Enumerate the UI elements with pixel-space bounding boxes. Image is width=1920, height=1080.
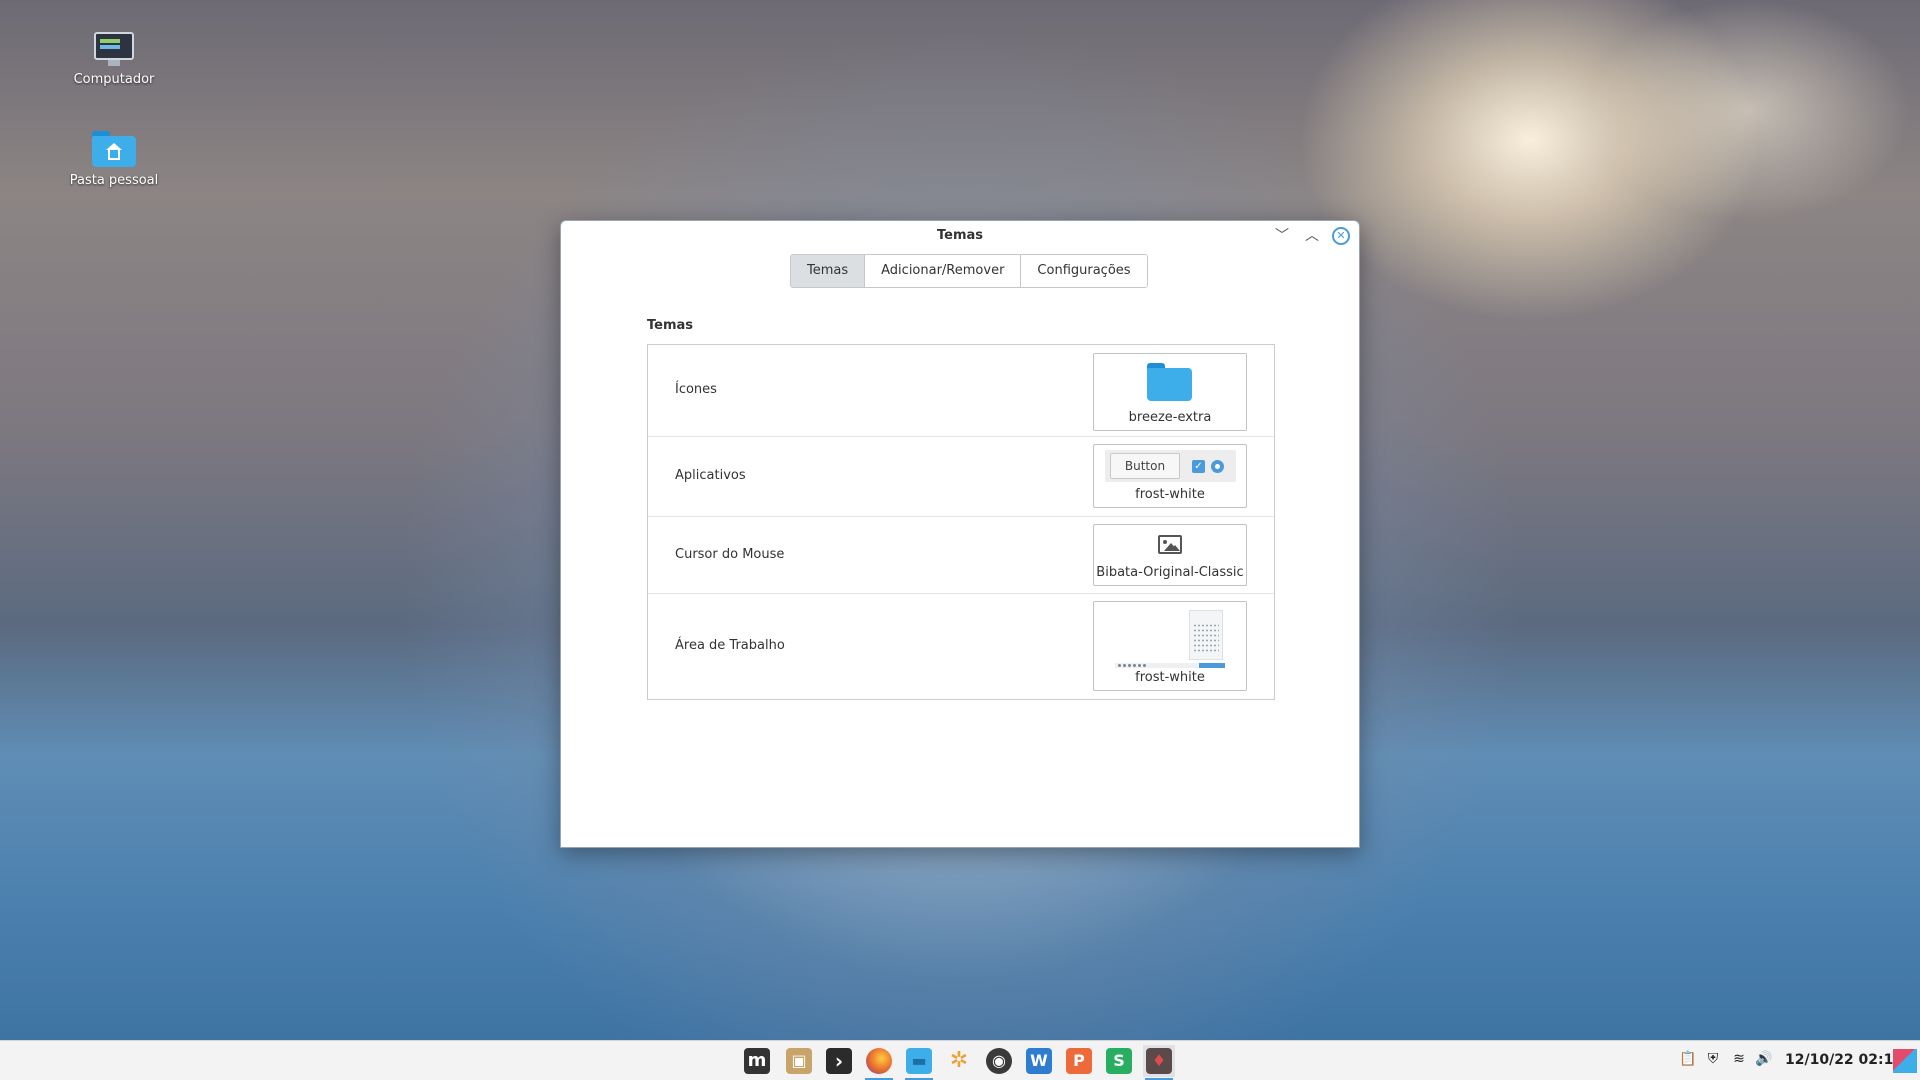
show-desktop-button[interactable] [1893,1049,1917,1073]
cursor-theme-button[interactable]: Bibata-Original-Classic [1093,524,1247,586]
themes-launcher[interactable]: ♦ [1143,1045,1175,1080]
section-title: Temas [647,318,694,333]
widget-preview: Button ✓ [1105,450,1236,482]
wifi-icon[interactable]: ≋ [1729,1051,1749,1071]
files-launcher[interactable]: ▬ [903,1045,935,1080]
writer-launcher[interactable]: W [1023,1045,1055,1077]
computer-icon [94,32,134,66]
theme-name: frost-white [1135,487,1205,502]
window-titlebar[interactable]: Temas ﹀ ︿ ✕ [561,221,1359,251]
software-manager-launcher[interactable]: ▣ [783,1045,815,1077]
desktop-icon-computer[interactable]: Computador [54,32,174,87]
window-title: Temas [936,228,983,243]
desktop-preview [1115,610,1225,668]
image-placeholder-icon [1158,535,1182,554]
shield-icon[interactable]: ⛨ [1703,1051,1723,1071]
folder-icon [1147,363,1192,401]
clipboard-icon[interactable]: 📋 [1678,1051,1698,1071]
spreadsheet-icon: S [1106,1048,1132,1074]
presentation-icon: P [1066,1048,1092,1074]
theme-list: Ícones breeze-extra Aplicativos Button ✓… [647,344,1275,700]
terminal-icon: › [826,1048,852,1074]
volume-icon[interactable]: 🔊 [1754,1051,1774,1071]
theme-name: Bibata-Original-Classic [1096,565,1244,580]
terminal-launcher[interactable]: › [823,1045,855,1077]
settings-launcher[interactable]: ✲ [943,1045,975,1077]
row-label: Área de Trabalho [675,638,785,653]
radio-icon [1211,460,1224,473]
themes-window: Temas ﹀ ︿ ✕ Temas Adicionar/Remover Conf… [560,220,1360,848]
checkbox-icon: ✓ [1192,460,1205,473]
clock[interactable]: 12/10/22 02:10 [1785,1052,1903,1068]
spreadsheet-launcher[interactable]: S [1103,1045,1135,1077]
steam-launcher[interactable]: ◉ [983,1045,1015,1077]
desktop-theme-button[interactable]: frost-white [1093,601,1247,691]
theme-name: breeze-extra [1128,410,1212,425]
taskbar: m ▣ › ● ▬ ✲ ◉ W P S ♦ 📋 ⛨ ≋ 🔊 12/10/22 0… [0,1040,1920,1080]
desktop-icon-label: Pasta pessoal [69,173,159,188]
row-label: Ícones [675,382,717,397]
row-label: Cursor do Mouse [675,547,785,562]
maximize-button[interactable]: ︿ [1303,227,1321,245]
minimize-button[interactable]: ﹀ [1273,227,1291,245]
close-button[interactable]: ✕ [1332,227,1350,245]
themes-icon: ♦ [1146,1048,1172,1074]
package-icon: ▣ [786,1048,812,1074]
tab-temas[interactable]: Temas [791,255,866,287]
theme-row-icons: Ícones breeze-extra [648,345,1274,437]
menu-button[interactable]: m [741,1045,773,1077]
desktop-icon-home[interactable]: Pasta pessoal [54,131,174,188]
theme-name: frost-white [1135,670,1205,685]
writer-icon: W [1026,1048,1052,1074]
presentation-launcher[interactable]: P [1063,1045,1095,1077]
steam-icon: ◉ [986,1048,1012,1074]
folder-icon: ▬ [906,1048,932,1074]
firefox-icon: ● [866,1048,892,1074]
home-folder-icon [92,131,136,167]
firefox-launcher[interactable]: ● [863,1045,895,1080]
desktop-icon-label: Computador [73,72,155,87]
applications-theme-button[interactable]: Button ✓ frost-white [1093,444,1247,508]
theme-row-desktop: Área de Trabalho frost-white [648,594,1274,699]
row-label: Aplicativos [675,468,746,483]
tab-bar: Temas Adicionar/Remover Configurações [790,254,1148,288]
tab-configuracoes[interactable]: Configurações [1021,255,1147,287]
sample-button: Button [1110,453,1180,479]
icons-theme-button[interactable]: breeze-extra [1093,353,1247,431]
tab-adicionar-remover[interactable]: Adicionar/Remover [865,255,1022,287]
mint-logo-icon: m [744,1048,770,1074]
theme-row-cursor: Cursor do Mouse Bibata-Original-Classic [648,517,1274,594]
theme-row-applications: Aplicativos Button ✓ frost-white [648,437,1274,517]
settings-icon: ✲ [949,1048,969,1073]
